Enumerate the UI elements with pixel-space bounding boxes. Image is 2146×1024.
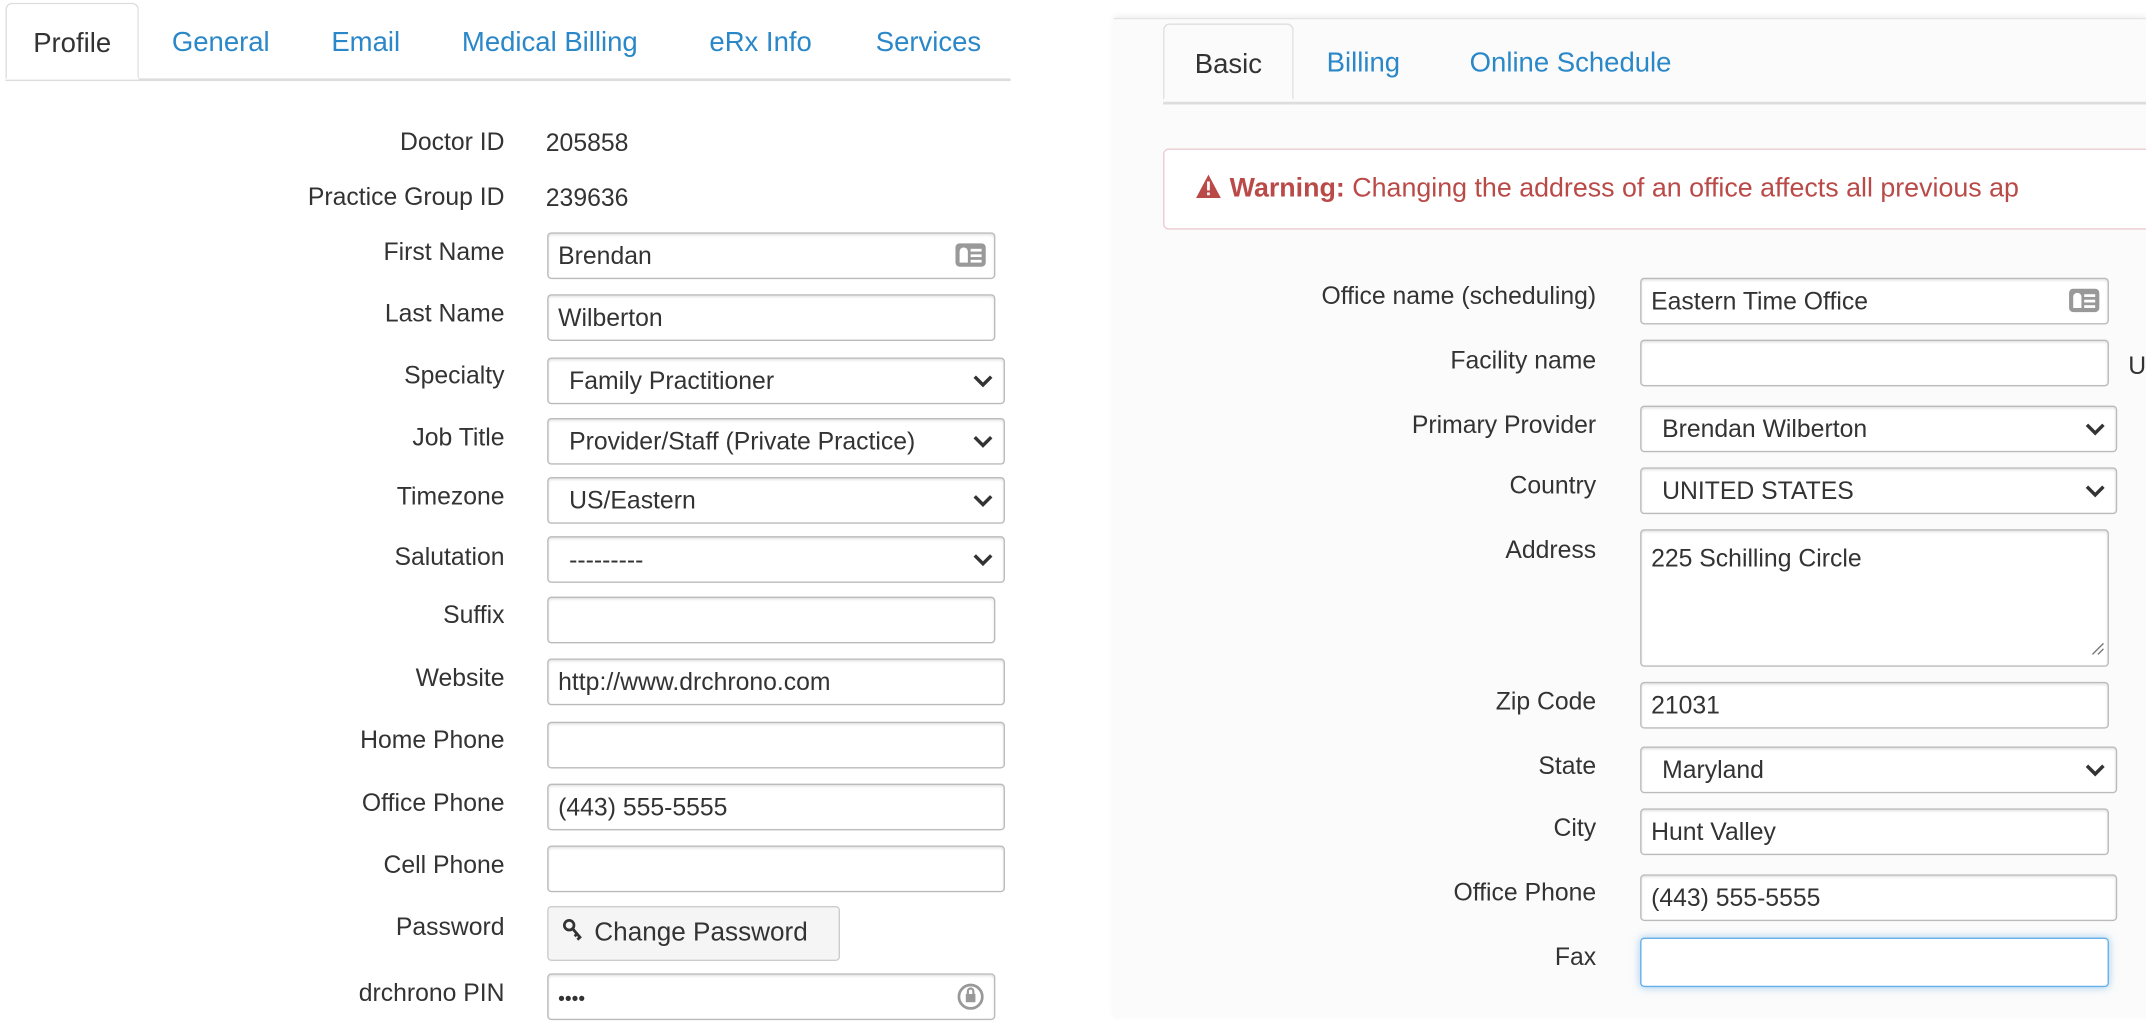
office-phone-value: (443) 555-5555 (1651, 883, 1821, 912)
fax-input[interactable] (1640, 937, 2109, 988)
chevron-down-icon (2085, 748, 2105, 777)
fax-label: Fax (1554, 943, 1597, 971)
tab-medical-billing[interactable]: Medical Billing (462, 3, 638, 80)
tab-billing[interactable]: Billing (1327, 23, 1400, 100)
pin-input[interactable]: •••• (547, 973, 996, 1021)
facility-name-input[interactable] (1640, 339, 2109, 387)
tab-erx-info[interactable]: eRx Info (709, 3, 811, 80)
salutation-label: Salutation (394, 543, 505, 571)
chevron-down-icon (973, 359, 993, 388)
cell-phone-input[interactable] (547, 845, 1005, 893)
job-title-select[interactable]: Provider/Staff (Private Practice) (547, 417, 1005, 465)
pin-label: drchrono PIN (358, 978, 505, 1007)
office-phone-input[interactable]: (443) 555-5555 (1640, 874, 2118, 922)
primary-provider-label: Primary Provider (1411, 411, 1597, 439)
country-value: UNITED STATES (1662, 477, 1854, 505)
last-name-input[interactable]: Wilberton (547, 294, 996, 341)
suffix-label: Suffix (443, 600, 505, 629)
contact-card-icon (2069, 288, 2100, 313)
warning-text: Changing the address of an office affect… (1352, 173, 2019, 204)
last-name-value: Wilberton (558, 303, 663, 332)
chevron-down-icon (2085, 469, 2105, 498)
tab-basic[interactable]: Basic (1163, 23, 1294, 101)
chevron-down-icon (973, 419, 993, 448)
zip-input[interactable]: 21031 (1640, 681, 2109, 729)
salutation-select[interactable]: --------- (547, 536, 1005, 583)
website-input[interactable]: http://www.drchrono.com (547, 658, 1005, 706)
office-phone-label: Office Phone (1453, 878, 1597, 906)
specialty-value: Family Practitioner (569, 367, 775, 395)
country-select[interactable]: UNITED STATES (1640, 467, 2118, 515)
suffix-input[interactable] (547, 596, 996, 644)
first-name-value: Brendan (558, 241, 652, 270)
tab-services[interactable]: Services (876, 3, 981, 80)
practice-group-id-label: Practice Group ID (307, 182, 505, 211)
city-input[interactable]: Hunt Valley (1640, 808, 2109, 856)
timezone-select[interactable]: US/Eastern (547, 477, 1005, 524)
last-name-label: Last Name (384, 299, 505, 328)
salutation-value: --------- (569, 545, 644, 574)
lock-icon (957, 982, 984, 1019)
chevron-down-icon (2085, 407, 2105, 436)
doctor-id-value: 205858 (545, 129, 629, 157)
password-label: Password (395, 912, 505, 941)
contact-card-icon (955, 243, 986, 267)
office-phone-input[interactable]: (443) 555-5555 (547, 783, 1005, 831)
cell-phone-label: Cell Phone (383, 851, 505, 879)
address-value: 225 Schilling Circle (1651, 544, 1862, 572)
doctor-id-label: Doctor ID (400, 127, 505, 156)
state-label: State (1538, 752, 1597, 780)
job-title-label: Job Title (412, 423, 505, 451)
change-password-label: Change Password (594, 918, 808, 948)
office-phone-label: Office Phone (361, 789, 505, 817)
specialty-select[interactable]: Family Practitioner (547, 357, 1005, 405)
chevron-down-icon (973, 478, 993, 507)
facility-name-label: Facility name (1450, 346, 1597, 374)
office-phone-value: (443) 555-5555 (558, 793, 728, 821)
tab-email[interactable]: Email (331, 3, 400, 80)
tab-online-schedule[interactable]: Online Schedule (1470, 23, 1672, 100)
primary-provider-value: Brendan Wilberton (1662, 415, 1868, 443)
address-label: Address (1505, 536, 1597, 564)
primary-provider-select[interactable]: Brendan Wilberton (1640, 405, 2118, 453)
state-select[interactable]: Maryland (1640, 746, 2118, 794)
pin-value: •••• (558, 987, 586, 1010)
first-name-input[interactable]: Brendan (547, 232, 996, 280)
address-warning-alert: Warning: Changing the address of an offi… (1163, 148, 2146, 230)
timezone-value: US/Eastern (569, 486, 696, 515)
warning-title: Warning: (1229, 173, 1345, 204)
tab-profile[interactable]: Profile (5, 2, 139, 80)
zip-label: Zip Code (1495, 687, 1597, 715)
office-name-value: Eastern Time Office (1651, 287, 1868, 315)
specialty-label: Specialty (404, 361, 505, 390)
facility-name-trailing-text: U (2128, 351, 2146, 380)
country-label: Country (1509, 471, 1597, 500)
state-value: Maryland (1662, 756, 1764, 784)
zip-value: 21031 (1651, 691, 1720, 720)
warning-triangle-icon (1195, 153, 1222, 229)
office-name-label: Office name (scheduling) (1321, 281, 1597, 310)
resize-handle-icon (2088, 632, 2104, 662)
first-name-label: First Name (383, 237, 505, 266)
timezone-label: Timezone (396, 482, 505, 511)
city-label: City (1553, 813, 1597, 842)
website-value: http://www.drchrono.com (558, 668, 831, 696)
office-name-input[interactable]: Eastern Time Office (1640, 277, 2109, 325)
city-value: Hunt Valley (1651, 818, 1776, 846)
chevron-down-icon (973, 538, 993, 567)
practice-group-id-value: 239636 (545, 184, 629, 212)
website-label: Website (415, 664, 505, 692)
key-icon (562, 910, 587, 962)
job-title-value: Provider/Staff (Private Practice) (569, 427, 916, 456)
home-phone-input[interactable] (547, 721, 1005, 769)
change-password-button[interactable]: Change Password (547, 905, 841, 962)
address-textarea[interactable]: 225 Schilling Circle (1640, 529, 2109, 667)
tab-general[interactable]: General (172, 3, 270, 80)
home-phone-label: Home Phone (360, 725, 505, 754)
